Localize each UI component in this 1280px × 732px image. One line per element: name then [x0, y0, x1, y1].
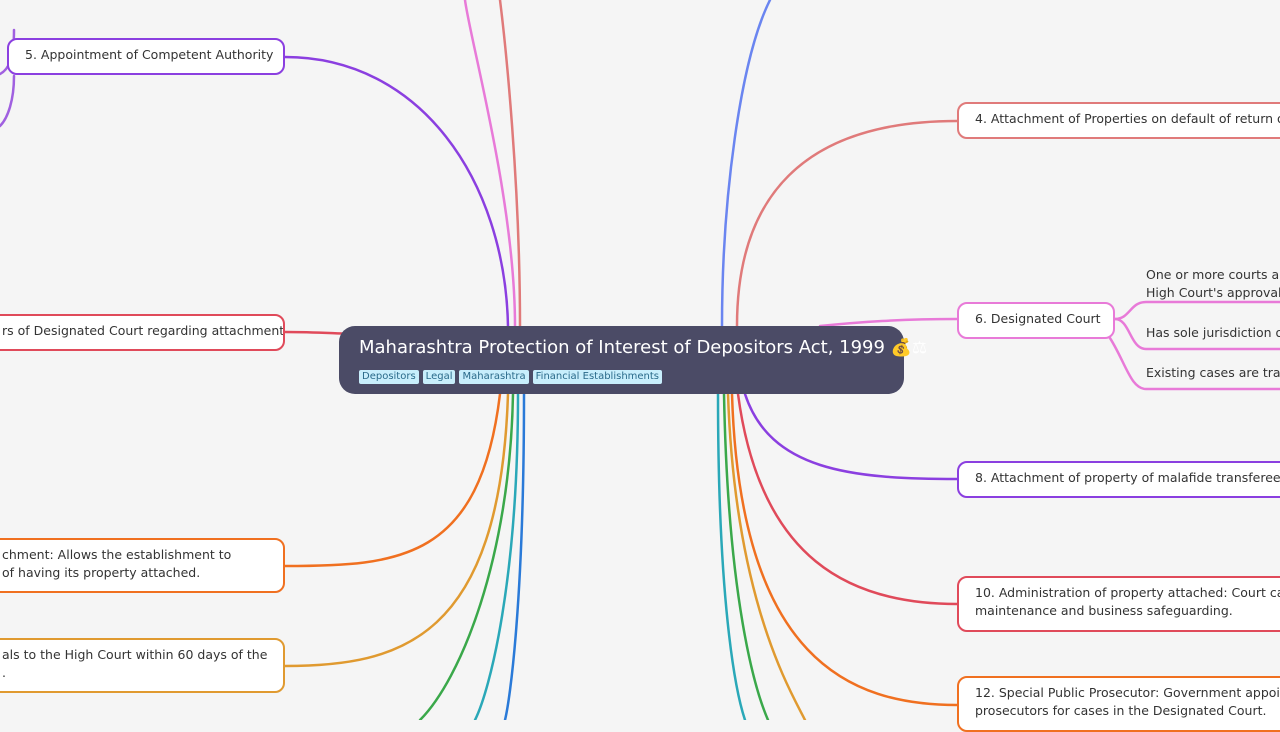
node-label-line: rs of Designated Court regarding attachm… [2, 323, 285, 338]
node-label-line: 10. Administration of property attached:… [975, 585, 1280, 600]
node-label-line: 6. Designated Court [975, 311, 1101, 326]
node-attachment-malafide-transferees[interactable]: 8. Attachment of property of malafide tr… [957, 461, 1280, 498]
edge-bottom-right-amber [726, 392, 807, 720]
node-label-line: 5. Appointment of Competent Authority [25, 47, 274, 62]
node-label-line: prosecutors for cases in the Designated … [975, 703, 1267, 718]
node-label-line: als to the High Court within 60 days of … [2, 647, 268, 662]
node-special-public-prosecutor[interactable]: 12. Special Public Prosecutor: Governmen… [957, 676, 1280, 732]
edge-to-leaf-courts [1113, 300, 1280, 321]
leaf-label-line: One or more courts are [1146, 267, 1280, 282]
edge-left-branch-b [0, 74, 16, 128]
edge-top-right-blue [720, 0, 772, 328]
node-designated-court[interactable]: 6. Designated Court [957, 302, 1115, 339]
leaf-designated-court-existing-cases[interactable]: Existing cases are trans [1146, 364, 1280, 382]
edge-top-left-pink [463, 0, 517, 328]
node-label-line: maintenance and business safeguarding. [975, 603, 1233, 618]
node-label-line: 12. Special Public Prosecutor: Governmen… [975, 685, 1280, 700]
node-attachment-allowance[interactable]: chment: Allows the establishment to of h… [0, 538, 285, 593]
edge-to-attachment-properties [735, 119, 959, 328]
tag-legal[interactable]: Legal [422, 370, 456, 384]
edge-to-attachment-allowance [283, 392, 502, 568]
node-label-line: 8. Attachment of property of malafide tr… [975, 470, 1280, 485]
edge-to-appointment-competent-authority [283, 55, 510, 328]
central-topic-node[interactable]: Maharashtra Protection of Interest of De… [339, 326, 927, 394]
edge-bottom-left-navy [503, 392, 526, 720]
node-designated-court-attachment-powers[interactable]: rs of Designated Court regarding attachm… [0, 314, 285, 351]
node-appointment-competent-authority[interactable]: 5. Appointment of Competent Authority [7, 38, 285, 75]
edge-bottom-left-green [418, 392, 515, 720]
central-topic-title-row: Maharashtra Protection of Interest of De… [359, 336, 927, 360]
leaf-label-line: Existing cases are trans [1146, 365, 1280, 380]
tag-maharashtra[interactable]: Maharashtra [459, 370, 529, 384]
tag-financial-establishments[interactable]: Financial Establishments [532, 370, 663, 384]
node-label-line: . [2, 665, 6, 680]
leaf-label-line: Has sole jurisdiction ov [1146, 325, 1280, 340]
central-topic-title: Maharashtra Protection of Interest of De… [359, 337, 885, 358]
node-appeals-high-court[interactable]: als to the High Court within 60 days of … [0, 638, 285, 693]
tag-list: Depositors Legal Maharashtra Financial E… [359, 370, 663, 384]
node-label-line: 4. Attachment of Properties on default o… [975, 111, 1280, 126]
node-attachment-properties-default[interactable]: 4. Attachment of Properties on default o… [957, 102, 1280, 139]
leaf-designated-court-jurisdiction[interactable]: Has sole jurisdiction ov [1146, 324, 1280, 342]
tag-depositors[interactable]: Depositors [359, 370, 419, 384]
node-administration-property-attached[interactable]: 10. Administration of property attached:… [957, 576, 1280, 632]
leaf-label-line: High Court's approval. [1146, 285, 1280, 300]
edge-to-malafide-transferees [743, 392, 959, 481]
node-label-line: chment: Allows the establishment to [2, 547, 232, 562]
edge-to-appeals [283, 392, 510, 668]
edge-to-designated-court [818, 317, 959, 328]
node-label-line: of having its property attached. [2, 565, 201, 580]
edge-to-administration-property [736, 392, 959, 606]
money-bag-scales-emoji-icon: 💰⚖ [890, 338, 928, 358]
leaf-designated-court-courts[interactable]: One or more courts are High Court's appr… [1146, 266, 1280, 302]
edge-to-special-public-prosecutor [730, 392, 959, 707]
